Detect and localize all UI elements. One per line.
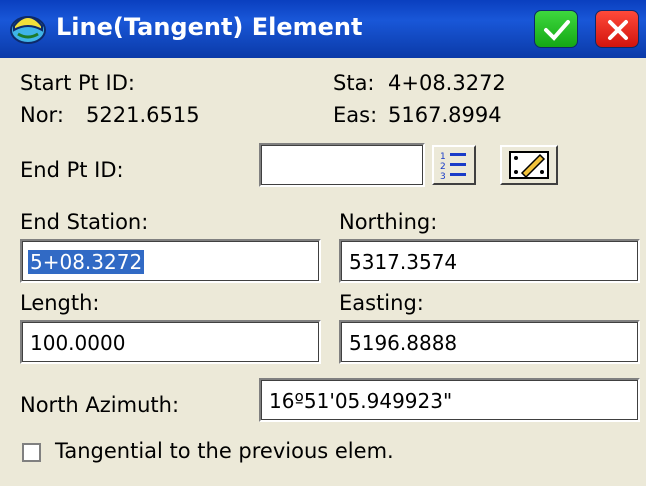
svg-text:3: 3 xyxy=(440,172,446,182)
north-azimuth-input[interactable]: 16º51'05.949923" xyxy=(259,378,640,422)
nor-label: Nor: xyxy=(20,103,64,127)
ok-button[interactable] xyxy=(534,10,578,48)
nor-value: 5221.6515 xyxy=(86,103,200,127)
list-icon: 1 2 3 xyxy=(440,152,466,182)
map-pick-icon xyxy=(509,151,549,179)
northing-label: Northing: xyxy=(339,210,438,234)
length-input[interactable]: 100.0000 xyxy=(20,320,321,364)
close-icon xyxy=(608,20,628,40)
tangential-label[interactable]: Tangential to the previous elem. xyxy=(55,439,394,463)
eas-label: Eas: xyxy=(333,103,378,127)
checkmark-icon xyxy=(544,20,570,41)
sta-value: 4+08.3272 xyxy=(388,71,506,95)
north-azimuth-value: 16º51'05.949923" xyxy=(269,389,453,413)
title-bar: Line(Tangent) Element xyxy=(0,0,646,58)
tangential-checkbox[interactable] xyxy=(22,443,41,462)
close-button[interactable] xyxy=(595,10,639,48)
point-list-button[interactable]: 1 2 3 xyxy=(432,145,476,185)
sta-label: Sta: xyxy=(333,71,375,95)
end-station-label: End Station: xyxy=(20,210,149,234)
app-logo-icon xyxy=(10,16,46,44)
end-pt-label: End Pt ID: xyxy=(20,158,124,182)
northing-input[interactable]: 5317.3574 xyxy=(339,239,640,283)
map-pick-button[interactable] xyxy=(500,145,558,185)
northing-value: 5317.3574 xyxy=(349,250,458,274)
length-label: Length: xyxy=(20,291,100,315)
svg-text:2: 2 xyxy=(440,162,446,172)
start-pt-label: Start Pt ID: xyxy=(20,71,135,95)
window-title: Line(Tangent) Element xyxy=(56,13,363,41)
north-azimuth-label: North Azimuth: xyxy=(20,393,180,417)
end-station-input[interactable]: 5+08.3272 xyxy=(20,239,321,283)
svg-text:1: 1 xyxy=(440,152,446,162)
easting-label: Easting: xyxy=(339,291,424,315)
easting-input[interactable]: 5196.8888 xyxy=(339,320,640,364)
easting-value: 5196.8888 xyxy=(349,331,458,355)
length-value: 100.0000 xyxy=(30,331,126,355)
end-station-value: 5+08.3272 xyxy=(28,250,145,274)
end-pt-input[interactable] xyxy=(259,143,425,187)
eas-value: 5167.8994 xyxy=(388,103,502,127)
